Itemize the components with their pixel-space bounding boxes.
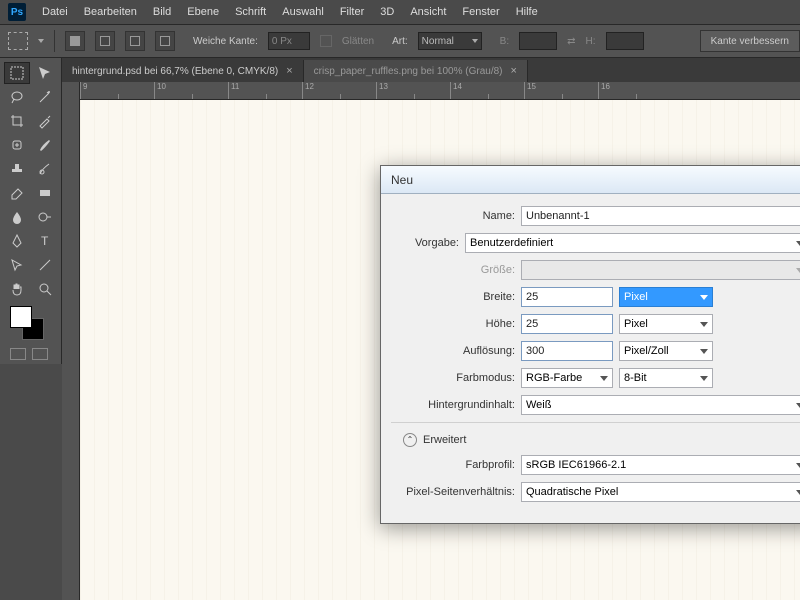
ruler-horizontal[interactable]: 9 10 11 12 13 14 15 16 [80, 82, 800, 100]
menu-item[interactable]: Hilfe [516, 6, 538, 18]
menu-item[interactable]: Ebene [187, 6, 219, 18]
width-input[interactable] [521, 287, 613, 307]
hand-tool[interactable] [4, 278, 30, 300]
stamp-tool[interactable] [4, 158, 30, 180]
lasso-tool[interactable] [4, 86, 30, 108]
toolbox: T [0, 58, 62, 364]
close-icon[interactable]: × [511, 65, 517, 77]
document-tab[interactable]: crisp_paper_ruffles.png bei 100% (Grau/8… [304, 60, 528, 82]
aspect-select[interactable]: Quadratische Pixel [521, 482, 800, 502]
chevron-down-icon[interactable] [38, 39, 44, 43]
document-tabbar: hintergrund.psd bei 66,7% (Ebene 0, CMYK… [62, 58, 800, 82]
menu-item[interactable]: Fenster [462, 6, 499, 18]
preset-label: Vorgabe: [391, 237, 459, 249]
path-selection-tool[interactable] [4, 254, 30, 276]
blur-tool[interactable] [4, 206, 30, 228]
eraser-tool[interactable] [4, 182, 30, 204]
marquee-tool[interactable] [4, 62, 30, 84]
tab-label: crisp_paper_ruffles.png bei 100% (Grau/8… [314, 66, 503, 77]
document-tab[interactable]: hintergrund.psd bei 66,7% (Ebene 0, CMYK… [62, 60, 304, 82]
move-tool[interactable] [32, 62, 58, 84]
bg-label: Hintergrundinhalt: [391, 399, 515, 411]
width-label: Breite: [391, 291, 515, 303]
soft-edge-label: Weiche Kante: [193, 36, 258, 47]
marquee-preset-icon[interactable] [8, 32, 28, 50]
options-bar: Weiche Kante: Glätten Art: Normal B: ⇄ H… [0, 24, 800, 58]
quickmask-icon[interactable] [10, 348, 26, 360]
height-input[interactable] [521, 314, 613, 334]
style-label: Art: [392, 36, 408, 47]
selection-new-icon[interactable] [65, 31, 85, 51]
resolution-unit-select[interactable]: Pixel/Zoll [619, 341, 713, 361]
gradient-tool[interactable] [32, 182, 58, 204]
name-label: Name: [391, 210, 515, 222]
healing-tool[interactable] [4, 134, 30, 156]
soft-edge-input[interactable] [268, 32, 310, 50]
menu-item[interactable]: Bild [153, 6, 171, 18]
menu-item[interactable]: Filter [340, 6, 364, 18]
selection-intersect-icon[interactable] [155, 31, 175, 51]
close-icon[interactable]: × [286, 65, 292, 77]
menu-item[interactable]: Datei [42, 6, 68, 18]
height-label: Höhe: [391, 318, 515, 330]
bg-select[interactable]: Weiß [521, 395, 800, 415]
pen-tool[interactable] [4, 230, 30, 252]
menu-item[interactable]: Ansicht [410, 6, 446, 18]
tab-label: hintergrund.psd bei 66,7% (Ebene 0, CMYK… [72, 66, 278, 77]
profile-select[interactable]: sRGB IEC61966-2.1 [521, 455, 800, 475]
screenmode-icon[interactable] [32, 348, 48, 360]
width-input [519, 32, 557, 50]
size-label: Größe: [391, 264, 515, 276]
zoom-tool[interactable] [32, 278, 58, 300]
eyedropper-tool[interactable] [32, 110, 58, 132]
ruler-vertical[interactable] [62, 82, 80, 600]
colormode-label: Farbmodus: [391, 372, 515, 384]
height-input [606, 32, 644, 50]
height-unit-select[interactable]: Pixel [619, 314, 713, 334]
resolution-input[interactable] [521, 341, 613, 361]
anti-alias-checkbox[interactable] [320, 35, 332, 47]
type-tool[interactable]: T [32, 230, 58, 252]
color-swatches[interactable] [10, 306, 46, 342]
aspect-label: Pixel-Seitenverhältnis: [391, 486, 515, 498]
selection-subtract-icon[interactable] [125, 31, 145, 51]
profile-label: Farbprofil: [391, 459, 515, 471]
width-label: B: [500, 36, 509, 47]
advanced-toggle[interactable]: ⌃ Erweitert [403, 433, 800, 447]
dialog-titlebar[interactable]: Neu [381, 166, 800, 194]
resolution-label: Auflösung: [391, 345, 515, 357]
preset-select[interactable]: Benutzerdefiniert [465, 233, 800, 253]
svg-text:T: T [41, 234, 49, 248]
anti-alias-label: Glätten [342, 36, 374, 47]
menu-item[interactable]: Auswahl [282, 6, 324, 18]
colormode-select[interactable]: RGB-Farbe [521, 368, 613, 388]
dodge-tool[interactable] [32, 206, 58, 228]
new-document-dialog: Neu Name: Vorgabe: Benutzerdefiniert Grö… [380, 165, 800, 524]
collapse-icon: ⌃ [403, 433, 417, 447]
style-select[interactable]: Normal [418, 32, 482, 50]
brush-tool[interactable] [32, 134, 58, 156]
magic-wand-tool[interactable] [32, 86, 58, 108]
menu-item[interactable]: Schrift [235, 6, 266, 18]
name-input[interactable] [521, 206, 800, 226]
size-select [521, 260, 800, 280]
foreground-color[interactable] [10, 306, 32, 328]
menu-item[interactable]: Bearbeiten [84, 6, 137, 18]
height-label: H: [586, 36, 596, 47]
selection-add-icon[interactable] [95, 31, 115, 51]
menubar: Ps Datei Bearbeiten Bild Ebene Schrift A… [0, 0, 800, 24]
history-brush-tool[interactable] [32, 158, 58, 180]
depth-select[interactable]: 8-Bit [619, 368, 713, 388]
crop-tool[interactable] [4, 110, 30, 132]
refine-edge-button[interactable]: Kante verbessern [700, 30, 800, 52]
photoshop-logo: Ps [8, 3, 26, 21]
width-unit-select[interactable]: Pixel [619, 287, 713, 307]
menu-item[interactable]: 3D [380, 6, 394, 18]
line-tool[interactable] [32, 254, 58, 276]
swap-icon[interactable]: ⇄ [567, 36, 575, 47]
